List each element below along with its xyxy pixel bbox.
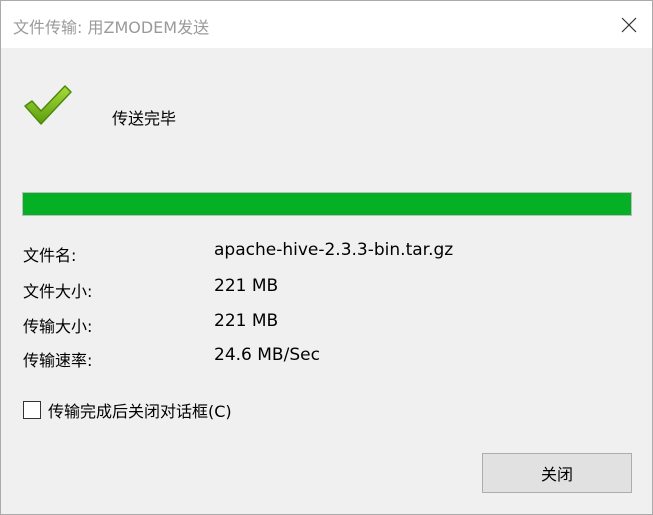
checkmark-icon bbox=[24, 85, 72, 125]
progress-fill bbox=[23, 193, 631, 215]
close-after-transfer-label[interactable]: 传输完成后关闭对话框(C) bbox=[48, 398, 232, 422]
info-label: 传输大小: bbox=[23, 317, 93, 336]
window-close-button[interactable] bbox=[606, 1, 652, 48]
close-button[interactable]: 关闭 bbox=[482, 453, 632, 493]
info-value: 221 MB bbox=[214, 276, 279, 296]
close-after-transfer-checkbox[interactable] bbox=[23, 401, 41, 419]
info-value: 24.6 MB/Sec bbox=[214, 345, 320, 365]
info-label: 文件大小: bbox=[23, 282, 93, 301]
info-value: 221 MB bbox=[214, 311, 279, 331]
info-label: 传输速率: bbox=[23, 351, 93, 370]
close-icon bbox=[621, 17, 637, 32]
info-value: apache-hive-2.3.3-bin.tar.gz bbox=[214, 240, 454, 260]
close-after-transfer-option[interactable]: 传输完成后关闭对话框(C) bbox=[23, 399, 232, 421]
progress-bar bbox=[22, 192, 632, 216]
info-label: 文件名: bbox=[23, 246, 77, 265]
status-text: 传送完毕 bbox=[112, 109, 177, 128]
window-title: 文件传输: 用ZMODEM发送 bbox=[13, 18, 210, 37]
transfer-dialog: 文件传输: 用ZMODEM发送 传送完毕 文件名: apache-hive-2.… bbox=[0, 0, 653, 515]
title-bar: 文件传输: 用ZMODEM发送 bbox=[1, 1, 652, 48]
